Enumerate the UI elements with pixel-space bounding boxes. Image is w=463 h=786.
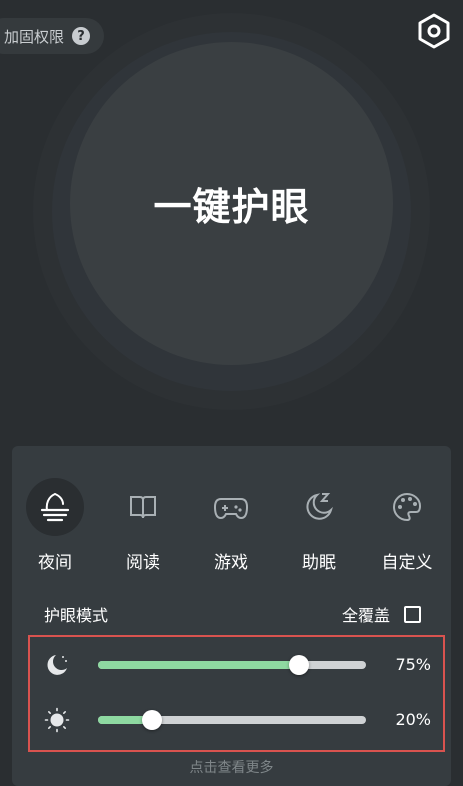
view-more-link[interactable]: 点击查看更多 [12,757,451,777]
slider-group-highlight: 75% 20% [28,635,445,752]
mode-label: 游戏 [214,553,248,573]
gamepad-icon [202,478,260,536]
night-lamp-icon [26,478,84,536]
mode-label: 自定义 [381,553,433,573]
night-intensity-row: 75% [30,645,443,685]
slider-fill [98,661,299,669]
book-icon [114,478,172,536]
mode-night[interactable]: 夜间 [20,478,90,573]
brightness-slider[interactable] [98,710,366,730]
full-cover-checkbox[interactable] [404,605,421,623]
brightness-value: 20% [395,710,431,729]
mode-label: 助眠 [302,553,336,573]
mode-reading[interactable]: 阅读 [108,478,178,573]
mode-custom[interactable]: 自定义 [372,478,442,573]
mode-label: 夜间 [38,553,72,573]
help-icon[interactable]: ? [72,27,91,45]
night-intensity-slider[interactable] [98,655,366,675]
slider-thumb[interactable] [289,655,309,675]
permission-label: 加固权限 [4,27,65,46]
palette-icon [378,478,436,536]
permission-pill[interactable]: 加固权限 ? [0,18,105,54]
night-intensity-value: 75% [395,655,431,674]
eye-mode-title: 护眼模式 [44,606,109,625]
moon-sleep-icon [290,478,348,536]
mode-sleep[interactable]: 助眠 [284,478,354,573]
brightness-row: 20% [30,700,443,740]
one-click-eye-protection-button[interactable]: 一键护眼 [70,42,393,365]
full-cover-option[interactable]: 全覆盖 [342,602,421,626]
slider-thumb[interactable] [141,710,162,730]
full-cover-label: 全覆盖 [341,606,390,625]
settings-icon[interactable] [415,12,453,50]
sun-icon [44,707,70,733]
moon-icon [44,652,70,678]
main-button-label: 一键护眼 [153,185,310,229]
mode-label: 阅读 [126,553,160,573]
mode-game[interactable]: 游戏 [196,478,266,573]
control-panel: 夜间 阅读 游戏 助眠 自定义 护眼模式 全覆盖 75% 20% 点击查看更多 [12,446,451,786]
